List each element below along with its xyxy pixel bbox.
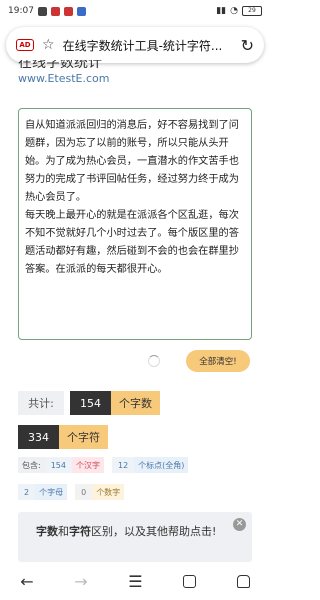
bookmark-star-icon[interactable]: ☆: [42, 37, 55, 53]
digit-count: 0: [75, 484, 93, 500]
digit-unit: 个数字: [92, 484, 125, 500]
home-icon[interactable]: [236, 574, 250, 588]
baidu-notification-icon: [76, 6, 86, 16]
help-text: 区别，以及其他帮助点击!: [91, 525, 217, 538]
hanzi-unit: 个汉字: [71, 457, 104, 473]
breakdown-row-1: 包含: 154 个汉字 12 个标点(全角): [18, 457, 189, 473]
wifi-icon: ◔: [230, 6, 238, 16]
ad-block-icon[interactable]: AD: [16, 39, 34, 51]
editor-paragraph: 自从知道派派回归的消息后，好不容易找到了问题群，因为忘了以前的账号，所以只能从头…: [25, 120, 239, 203]
help-term-chars: 字符: [69, 525, 91, 538]
bottom-nav-bar: ← → ☰: [0, 562, 270, 600]
site-url[interactable]: www.EtestE.com: [18, 72, 110, 85]
word-count-row: 共计: 154 个字数: [18, 391, 160, 415]
status-left: 19:07: [8, 6, 86, 16]
word-count-value: 154: [70, 391, 111, 415]
word-count-unit: 个字数: [111, 391, 160, 415]
reload-icon[interactable]: ↻: [241, 36, 254, 55]
char-count-unit: 个字符: [59, 425, 108, 449]
forward-arrow-icon[interactable]: →: [74, 572, 87, 591]
signal-icon: ▮▮: [216, 6, 227, 16]
hanzi-count: 154: [44, 457, 72, 473]
punct-unit: 个标点(全角): [134, 457, 189, 473]
help-box[interactable]: ✕ 字数和字符区别，以及其他帮助点击!: [18, 512, 252, 562]
punct-count: 12: [111, 457, 135, 473]
editor-paragraph: 每天晚上最开心的就是在派派各个区乱逛，每次不知不觉就好几个小时过去了。每个版区里…: [25, 210, 239, 275]
help-term-words: 字数: [36, 525, 58, 538]
total-label: 共计:: [18, 391, 64, 415]
close-icon[interactable]: ✕: [233, 518, 246, 531]
char-count-row: 334 个字符: [18, 425, 108, 449]
status-bar: 19:07 ▮▮ ◔ 29: [0, 0, 270, 22]
notification-icon: [37, 6, 47, 16]
tabs-icon[interactable]: [183, 574, 197, 588]
battery-icon: 29: [242, 6, 262, 16]
app-notification-icon: [50, 6, 60, 16]
back-arrow-icon[interactable]: ←: [20, 572, 33, 591]
letter-unit: 个字母: [35, 484, 68, 500]
loading-spinner-icon: [148, 355, 160, 367]
help-connector: 和: [58, 525, 69, 538]
letter-count: 2: [18, 484, 36, 500]
url-bar[interactable]: AD ☆ 在线字数统计工具-统计字符... ↻: [6, 27, 264, 63]
breakdown-label: 包含:: [18, 457, 45, 473]
text-input-area[interactable]: 自从知道派派回归的消息后，好不容易找到了问题群，因为忘了以前的账号，所以只能从头…: [18, 108, 252, 340]
breakdown-row-2: 2 个字母 0 个数字: [18, 484, 125, 500]
page-title[interactable]: 在线字数统计工具-统计字符...: [63, 37, 233, 54]
mail-notification-icon: [63, 6, 73, 16]
status-right: ▮▮ ◔ 29: [216, 6, 262, 16]
clear-all-button[interactable]: 全部清空!: [186, 350, 250, 372]
site-name: 在线字数统计: [18, 60, 102, 70]
menu-icon[interactable]: ☰: [128, 572, 142, 591]
char-count-value: 334: [18, 425, 59, 449]
clock: 19:07: [8, 6, 34, 16]
